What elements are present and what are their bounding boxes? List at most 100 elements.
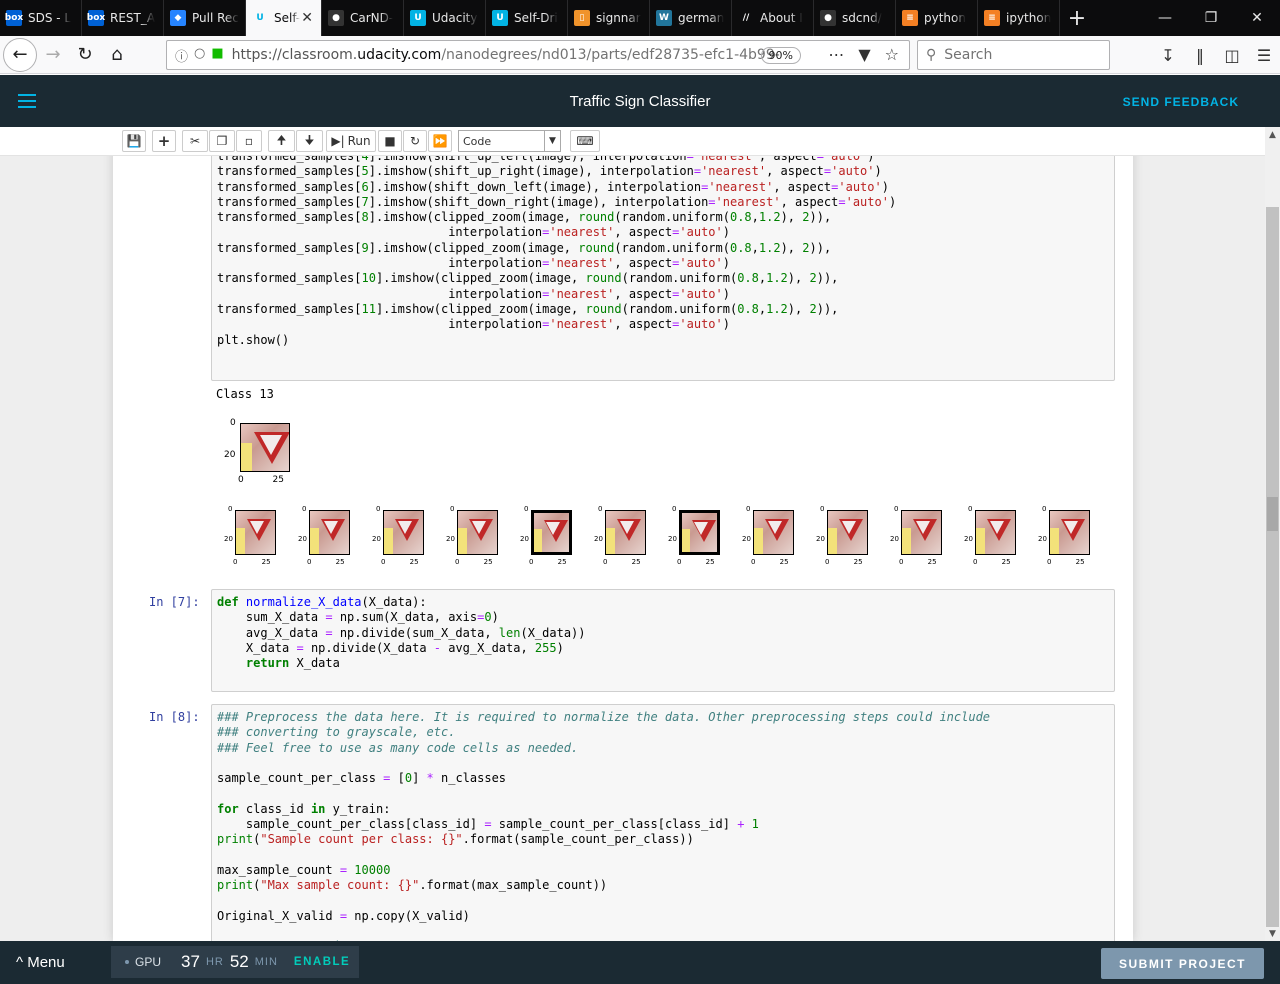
interrupt-icon[interactable]: ■ — [378, 130, 402, 152]
new-tab-icon[interactable]: + — [1060, 0, 1094, 36]
code-line: def normalize_X_data(X_data): — [217, 595, 427, 609]
cell-7-prompt: In [7]: — [149, 595, 200, 609]
browser-tab-label: sdcnd/ — [842, 11, 882, 25]
scroll-up-icon[interactable]: ▲ — [1265, 127, 1280, 142]
sign-image — [383, 510, 424, 555]
scroll-down-icon[interactable]: ▼ — [1265, 926, 1280, 941]
enable-gpu-button[interactable]: ENABLE — [294, 956, 350, 968]
zoom-level-badge[interactable]: 90% — [760, 47, 801, 64]
paste-icon[interactable]: ▫ — [236, 130, 262, 152]
browser-tab[interactable]: U Self- ✕ — [246, 0, 322, 36]
library-icon[interactable]: ‖ — [1190, 46, 1210, 65]
browser-tab[interactable]: U Udacity — [404, 0, 486, 36]
yield-sign-inner — [249, 521, 264, 535]
browser-tab[interactable]: // About I — [732, 0, 814, 36]
browser-tab-label: Pull Rec — [192, 11, 239, 25]
code-cell-6-source[interactable]: transformed_samples[4].imshow(shift_up_l… — [217, 152, 896, 348]
move-up-icon[interactable]: 🠉 — [268, 130, 295, 152]
browser-tab[interactable]: box SDS - L — [0, 0, 82, 36]
image-stripe — [241, 442, 252, 471]
axis-tick-label: 0 — [968, 505, 973, 513]
box-icon: box — [5, 10, 23, 26]
axis-tick-label: 0 — [455, 558, 460, 566]
sidebar-icon[interactable]: ◫ — [1222, 46, 1242, 65]
image-stripe — [682, 528, 690, 552]
close-window-icon[interactable]: ✕ — [1234, 0, 1280, 36]
save-icon[interactable]: 💾 — [122, 130, 146, 152]
axis-tick-label: 0 — [307, 558, 312, 566]
code-line: return X_data — [245, 656, 340, 671]
minimize-icon[interactable]: — — [1142, 0, 1188, 36]
document-icon: ▯ — [574, 10, 590, 26]
site-info-icons[interactable]: ⓘ ○ ■ — [175, 46, 224, 65]
image-stripe — [1050, 528, 1059, 554]
udacity-icon: U — [492, 10, 508, 26]
browser-tab-label: ipython — [1006, 11, 1052, 25]
browser-tab-label: Self-Dri — [514, 11, 558, 25]
restart-icon[interactable]: ↻ — [403, 130, 427, 152]
reload-button[interactable]: ↻ — [69, 39, 101, 71]
image-stripe — [458, 528, 467, 554]
browser-tab[interactable]: ◆ Pull Rec — [164, 0, 246, 36]
copy-icon[interactable]: ❐ — [209, 130, 235, 152]
axis-tick-label: 0 — [899, 558, 904, 566]
menu-button[interactable]: ^ Menu — [16, 954, 65, 971]
code-line: transformed_samples[8].imshow(clipped_zo… — [217, 210, 832, 225]
bookmark-star-icon[interactable]: ☆ — [885, 45, 899, 64]
axis-tick-label: 0 — [381, 558, 386, 566]
pocket-icon[interactable]: ▼ — [858, 45, 870, 64]
code-cell-6[interactable]: transformed_samples[4].imshow(shift_up_l… — [211, 151, 1115, 381]
cut-icon[interactable]: ✂ — [182, 130, 208, 152]
browser-tab[interactable]: ≡ python — [896, 0, 978, 36]
menu-icon[interactable] — [18, 94, 36, 108]
run-button[interactable]: ▶| Run — [326, 130, 376, 152]
browser-tab[interactable]: ≡ ipython — [978, 0, 1060, 36]
download-icon[interactable]: ↧ — [1158, 46, 1178, 65]
hamburger-menu-icon[interactable]: ☰ — [1254, 46, 1274, 65]
send-feedback-link[interactable]: SEND FEEDBACK — [1123, 95, 1239, 109]
lock-icon[interactable]: ■ — [211, 46, 223, 65]
restore-icon[interactable]: ❐ — [1188, 0, 1234, 36]
code-cell-8-source[interactable]: ### Preprocess the data here. It is requ… — [217, 710, 990, 941]
keyboard-icon[interactable]: ⌨ — [570, 130, 600, 152]
back-button[interactable]: ← — [3, 37, 37, 72]
page-actions-icon[interactable]: ⋯ — [828, 45, 844, 64]
stackoverflow-icon: ≡ — [984, 10, 1000, 26]
window-controls: — ❐ ✕ — [1142, 0, 1280, 36]
forward-button[interactable]: → — [37, 39, 69, 71]
axis-tick-label: 25 — [483, 558, 493, 566]
home-button[interactable]: ⌂ — [101, 39, 133, 71]
browser-tab-strip: box SDS - Lbox REST_A ◆ Pull Rec U Self- ✕ ● CarN… — [0, 0, 1280, 36]
browser-tab[interactable]: ▯ signnar — [568, 0, 650, 36]
yield-sign-inner — [260, 435, 283, 456]
browser-tab[interactable]: box REST_A — [82, 0, 164, 36]
restart-run-all-icon[interactable]: ⏩ — [428, 130, 452, 152]
code-cell-8[interactable]: ### Preprocess the data here. It is requ… — [211, 704, 1115, 941]
axis-tick-label: 0 — [233, 558, 238, 566]
axis-tick-label: 20 — [224, 534, 233, 543]
code-cell-7[interactable]: def normalize_X_data(X_data): sum_X_data… — [211, 589, 1115, 692]
info-icon[interactable]: ⓘ — [175, 46, 188, 65]
submit-project-button[interactable]: SUBMIT PROJECT — [1101, 948, 1264, 979]
browser-tab[interactable]: ● sdcnd/ — [814, 0, 896, 36]
move-down-icon[interactable]: 🠋 — [296, 130, 323, 152]
browser-tab[interactable]: ● CarND- — [322, 0, 404, 36]
browser-tab[interactable]: Wgerman — [650, 0, 732, 36]
code-line: sum_X_data = np.sum(X_data, axis=0) — [217, 610, 499, 625]
axis-tick-label: 0 — [598, 505, 603, 513]
insert-cell-icon[interactable]: + — [152, 130, 176, 152]
code-cell-7-source[interactable]: def normalize_X_data(X_data): sum_X_data… — [217, 595, 586, 671]
vertical-scrollbar[interactable]: ▲ ▼ — [1265, 127, 1280, 941]
code-line: transformed_samples[9].imshow(clipped_zo… — [217, 240, 832, 255]
axis-tick-label: 0 — [529, 558, 534, 566]
scrollbar-thumb[interactable] — [1267, 497, 1278, 531]
search-input[interactable]: ⚲ Search — [917, 40, 1110, 70]
image-stripe — [902, 528, 911, 554]
axis-tick-label: 20 — [964, 534, 973, 543]
shield-icon[interactable]: ○ — [194, 46, 205, 65]
cell-type-select[interactable]: Code ▼ — [458, 130, 561, 152]
close-tab-icon[interactable]: ✕ — [301, 10, 313, 26]
url-bar[interactable]: ⓘ ○ ■ https://classroom. udacity.com/nano… — [166, 40, 910, 70]
browser-tab[interactable]: U Self-Dri — [486, 0, 568, 36]
